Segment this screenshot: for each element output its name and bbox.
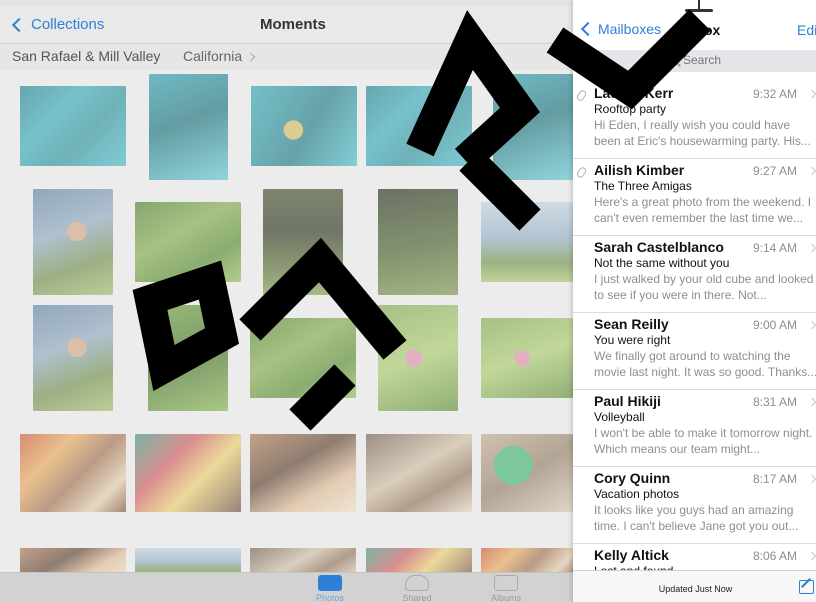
tab-albums-label: Albums: [490, 593, 521, 602]
message-time: 8:06 AM: [753, 549, 798, 563]
message-preview: It looks like you guys had an amazing ti…: [594, 503, 799, 533]
photo-thumbnail[interactable]: [481, 202, 573, 282]
inbox-title: Inbox: [683, 22, 721, 38]
message-row[interactable]: Paul Hikiji 8:31 AM Volleyball I won't be a…: [573, 390, 816, 467]
photos-nav-bar: Collections Moments: [0, 6, 573, 44]
photo-thumbnail[interactable]: [250, 318, 356, 398]
photo-thumbnail[interactable]: [20, 86, 126, 166]
message-time: 9:14 AM: [753, 241, 798, 255]
photo-thumbnail[interactable]: [481, 318, 573, 398]
slide-over-handle[interactable]: [685, 0, 713, 14]
photo-thumbnail[interactable]: [33, 305, 113, 411]
photo-thumbnail[interactable]: [263, 189, 343, 295]
photo-thumbnail[interactable]: [378, 189, 458, 295]
message-time: 8:31 AM: [753, 395, 798, 409]
photos-icon: [318, 575, 342, 591]
photo-thumbnail[interactable]: [493, 74, 573, 180]
message-subject: Rooftop party: [594, 102, 667, 116]
message-subject: Not the same without you: [594, 256, 730, 270]
moment-region[interactable]: California: [183, 48, 256, 64]
mail-slide-over: Mailboxes Inbox Edi Lauren Kerr9:32 AMRo…: [573, 0, 816, 602]
compose-icon[interactable]: [799, 580, 814, 594]
photo-thumbnail[interactable]: [149, 74, 228, 180]
photo-thumbnail[interactable]: [148, 305, 228, 411]
photo-thumbnail[interactable]: [33, 189, 113, 295]
message-preview: Hi Eden, I really wish you could have be…: [594, 118, 811, 148]
mailboxes-back-button[interactable]: Mailboxes: [579, 21, 661, 37]
search-field[interactable]: [579, 50, 816, 72]
handle-bar: [685, 9, 713, 12]
photo-thumbnail[interactable]: [20, 434, 126, 512]
message-row[interactable]: Ailish Kimber 9:27 AM The Three Amigas Here…: [573, 159, 816, 236]
edit-button[interactable]: Edi: [797, 22, 816, 38]
photo-thumbnail[interactable]: [251, 86, 357, 166]
photo-thumbnail[interactable]: [481, 434, 573, 512]
message-preview: We finally got around to watching the mo…: [594, 349, 816, 379]
photos-tab-bar: Photos Shared Albums: [0, 572, 573, 602]
message-subject: Volleyball: [594, 410, 645, 424]
page-title: Moments: [260, 16, 326, 33]
moment-location: San Rafael & Mill Valley: [12, 48, 161, 64]
message-preview: I just walked by your old cube and looke…: [594, 272, 814, 302]
mail-nav-bar: Mailboxes Inbox Edi: [573, 14, 816, 48]
message-row[interactable]: Sean Reilly 9:00 AM You were right We final…: [573, 313, 816, 390]
photo-thumbnail[interactable]: [135, 202, 241, 282]
tab-shared[interactable]: Shared: [387, 575, 447, 602]
mail-toolbar: Updated Just Now: [573, 570, 816, 602]
message-subject: The Three Amigas: [594, 179, 692, 193]
message-time: 9:32 AM: [753, 87, 798, 101]
message-preview: Here's a great photo from the weekend. I…: [594, 195, 812, 225]
message-row[interactable]: Kelly Altick8:06 AMLost and found: [573, 544, 816, 570]
search-field-content: [669, 53, 803, 67]
photo-thumbnail[interactable]: [378, 305, 458, 411]
tab-albums[interactable]: Albums: [476, 575, 536, 602]
search-input[interactable]: [683, 53, 803, 67]
moment-region-label: California: [183, 48, 243, 64]
moment-header[interactable]: San Rafael & Mill Valley California: [0, 44, 573, 70]
chevron-right-icon: [246, 53, 256, 62]
handle-stem: [698, 0, 700, 9]
photo-thumbnail[interactable]: [366, 434, 472, 512]
message-row[interactable]: Sarah Castelblanco 9:14 AM Not the same wi…: [573, 236, 816, 313]
message-row[interactable]: Cory Quinn 8:17 AM Vacation photos It looks…: [573, 467, 816, 544]
mailboxes-back-label: Mailboxes: [598, 21, 662, 37]
search-icon: [669, 55, 678, 65]
message-subject: You were right: [594, 333, 671, 347]
message-time: 9:27 AM: [753, 164, 798, 178]
attachment-icon: [575, 165, 588, 180]
photo-thumbnail[interactable]: [250, 434, 356, 512]
photos-app: Collections Moments San Rafael & Mill Va…: [0, 0, 573, 602]
tab-photos-label: Photos: [315, 593, 345, 602]
chevron-left-icon: [580, 21, 596, 37]
attachment-icon: [575, 88, 588, 103]
message-row[interactable]: Lauren Kerr 9:32 AM Rooftop party Hi Eden, …: [573, 82, 816, 159]
message-preview: I won't be able to make it tomorrow nigh…: [594, 426, 813, 456]
message-time: 8:17 AM: [753, 472, 798, 486]
message-subject: Vacation photos: [594, 487, 680, 501]
cloud-icon: [405, 575, 429, 591]
message-time: 9:00 AM: [753, 318, 798, 332]
message-list: Lauren Kerr 9:32 AM Rooftop party Hi Eden, …: [573, 82, 816, 570]
albums-icon: [494, 575, 518, 591]
update-status: Updated Just Now: [658, 584, 733, 594]
photo-thumbnail[interactable]: [366, 86, 472, 166]
tab-shared-label: Shared: [402, 593, 432, 602]
photo-thumbnail[interactable]: [135, 434, 241, 512]
tab-photos[interactable]: Photos: [300, 575, 360, 602]
